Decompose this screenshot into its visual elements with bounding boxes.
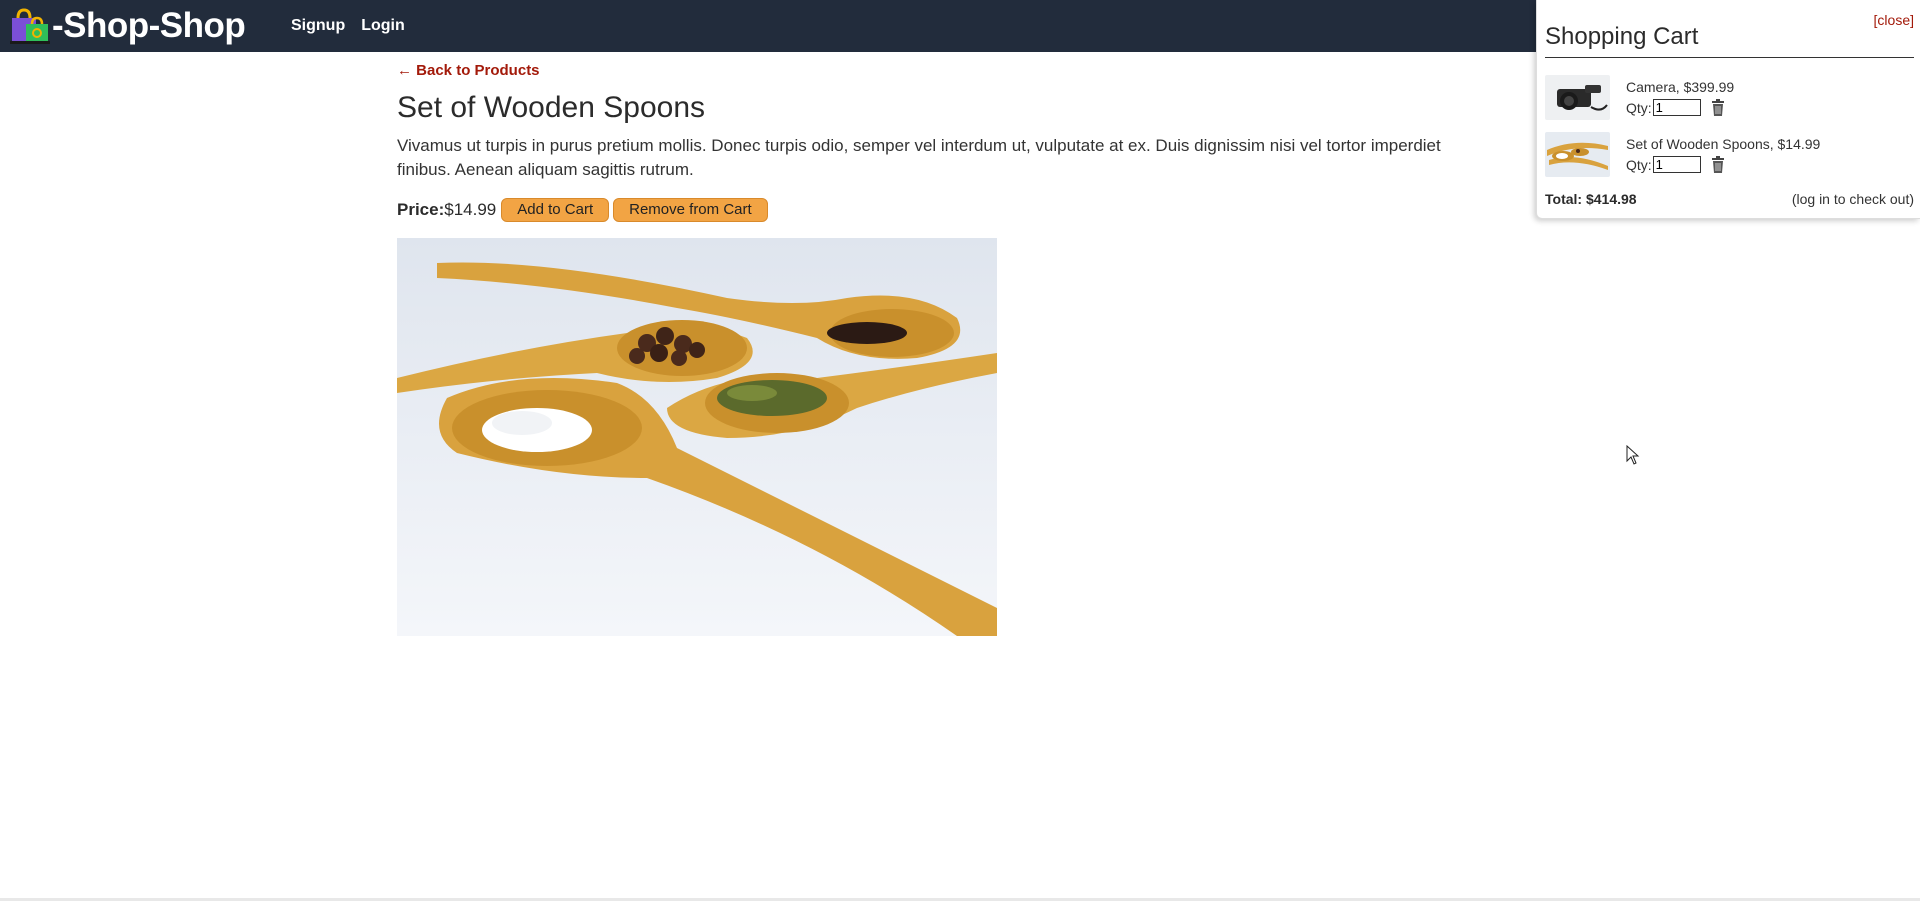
mouse-cursor-icon xyxy=(1626,445,1640,465)
qty-label: Qty: xyxy=(1626,156,1652,173)
product-description: Vivamus ut turpis in purus pretium molli… xyxy=(397,136,1441,179)
shopping-bag-logo-icon xyxy=(10,8,50,44)
cart-item: Camera, $399.99 Qty: xyxy=(1545,75,1915,123)
trash-icon[interactable] xyxy=(1710,156,1726,173)
back-to-products-link[interactable]: ← Back to Products xyxy=(397,62,540,79)
cart-close-button[interactable]: [close] xyxy=(1874,12,1914,28)
trash-icon[interactable] xyxy=(1710,99,1726,116)
login-link[interactable]: Login xyxy=(361,17,405,35)
qty-row: Qty: xyxy=(1626,99,1726,116)
cart-item-name: Camera, $399.99 xyxy=(1626,79,1735,95)
remove-from-cart-button[interactable]: Remove from Cart xyxy=(613,198,768,222)
shopping-cart-panel: [close] Shopping Cart Camera, $399.99 Qt… xyxy=(1536,0,1920,219)
qty-input[interactable] xyxy=(1652,99,1701,116)
bottom-divider xyxy=(0,898,1920,901)
main-nav: Signup Login xyxy=(291,17,405,35)
product-image xyxy=(397,238,997,636)
cart-item: Set of Wooden Spoons, $14.99 Qty: xyxy=(1545,132,1915,180)
add-to-cart-button[interactable]: Add to Cart xyxy=(501,198,610,222)
cart-item-name: Set of Wooden Spoons, $14.99 xyxy=(1626,136,1821,152)
signup-link[interactable]: Signup xyxy=(291,17,345,35)
qty-row: Qty: xyxy=(1626,156,1726,173)
qty-input[interactable] xyxy=(1652,156,1701,173)
cart-title: Shopping Cart xyxy=(1545,23,1699,50)
camera-thumbnail xyxy=(1545,75,1610,120)
checkout-note: (log in to check out) xyxy=(1791,191,1914,207)
product-detail: ← Back to Products Set of Wooden Spoons … xyxy=(397,62,1537,636)
brand-title: -Shop-Shop xyxy=(52,6,246,45)
cart-total: Total: $414.98 xyxy=(1545,191,1637,207)
price-label: Price: xyxy=(397,200,445,219)
price-row: Price: $14.99 Add to Cart Remove from Ca… xyxy=(397,198,1537,222)
product-title: Set of Wooden Spoons xyxy=(397,91,705,124)
cart-divider xyxy=(1545,57,1914,58)
price-value: $14.99 xyxy=(444,200,497,219)
wooden-spoons-thumbnail xyxy=(1545,132,1610,177)
brand[interactable]: -Shop-Shop xyxy=(10,6,246,45)
qty-label: Qty: xyxy=(1626,99,1652,116)
